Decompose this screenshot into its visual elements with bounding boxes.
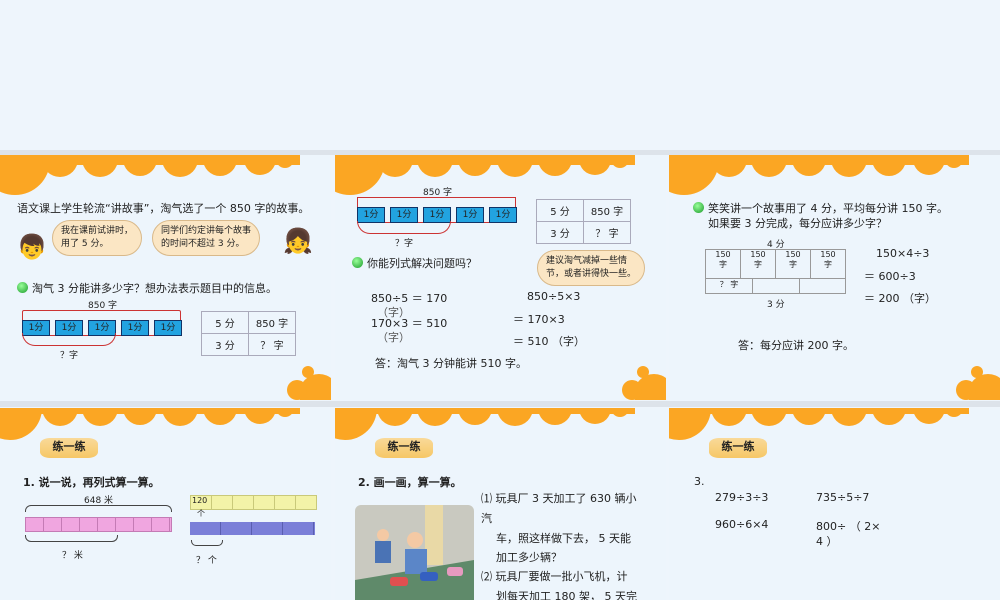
green-bullet-icon [693,202,704,213]
question-1-line: 汽 [481,512,492,525]
segment: 1分 [489,207,517,223]
orange-cloud-decoration [0,155,300,195]
calc-line: 150×4÷3 [876,247,930,260]
question-text: 笑笑讲一个故事用了 4 分，平均每分讲 150 字。 [693,200,948,216]
green-bullet-icon [352,257,363,268]
segment: 1分 [154,320,182,336]
slide-thumbnail-1[interactable]: 语文课上学生轮流“讲故事”，淘气选了一个 850 字的故事。 👦 👧 我在课前试… [0,155,331,400]
boy-character-icon: 👦 [17,233,47,261]
speech-bubble-girl: 同学们约定讲每个故事 的时间不超过 3 分。 [152,220,261,256]
girl-character-icon: 👧 [283,227,313,255]
yellow-value: 120 [192,496,208,505]
unknown-label: ？字 [60,351,79,361]
yellow-unit: 个 [197,509,205,518]
intro-text: 语文课上学生轮流“讲故事”，淘气选了一个 850 字的故事。 [17,202,310,215]
speech-bubble-boy: 我在课前试讲时， 用了 5 分。 [52,220,143,256]
green-bullet-icon [17,282,28,293]
expression: 4 ） [816,535,838,548]
answer-text: 答：每分应讲 200 字。 [738,339,854,352]
question-2-line: 划每天加工 180 架， 5 天完 [496,590,637,600]
expression: 960÷6×4 [715,518,769,531]
purple-bar [190,522,315,535]
calc-line: ＝ 600÷3 [864,270,916,283]
question-text-2: 如果要 3 分完成，每分应讲多少字？ [708,217,887,230]
unknown-label: ？ 米 [62,551,83,561]
exercise-number: 3. [694,475,705,488]
calc-line: ＝ 170×3 [513,313,565,326]
orange-dots-decoration [956,366,1000,400]
orange-dots-decoration [622,366,666,400]
slide-thumbnail-2[interactable]: 850 字 1分 1分 1分 1分 1分 ？字 5 分 850 字 3 分？ 字 … [335,155,666,400]
practice-badge: 练一练 [375,438,433,458]
unknown-cell: ？ 字 [705,278,753,294]
question-1-line: ⑴ 玩具厂 3 天加工了 630 辆小 [481,492,637,505]
bar-cell: 150 字 [775,249,811,279]
calc-line: ＝ 200 （字） [864,292,936,305]
bar-cell: 150 字 [705,249,741,279]
calc-line: 850÷5×3 [527,290,581,303]
bar-cell: 150 字 [740,249,776,279]
speech-bubble: 建议淘气减掉一些情 节，或者讲得快一些。 [537,250,646,286]
part-bracket [22,333,116,346]
top-brace [25,505,172,512]
bar-cell [799,278,846,294]
info-table: 5 分 850 字 3 分？ 字 [536,199,631,244]
expression: 735÷5÷7 [816,491,870,504]
question-text: 淘气 3 分能讲多少字？想办法表示题目中的信息。 [17,280,277,296]
segment: 1分 [456,207,484,223]
bar-cell [752,278,800,294]
divider [0,401,1000,407]
slide-thumbnail-3[interactable]: 笑笑讲一个故事用了 4 分，平均每分讲 150 字。 如果要 3 分完成，每分应… [669,155,1000,400]
info-table: 5 分 850 字 3 分？ 字 [201,311,296,356]
slide-thumbnail-5[interactable]: 练一练 2. 画一画，算一算。 ⑴ 玩具厂 3 天加工了 630 辆小 汽 车，… [335,408,666,600]
question-1-line: 车，照这样做下去， 5 天能 [496,532,631,545]
answer-text: 答：淘气 3 分钟能讲 510 字。 [375,357,527,370]
expression: 800÷ （ 2× [816,520,881,533]
slide-thumbnail-6[interactable]: 练一练 3. 279÷3÷3 735÷5÷7 960÷6×4 800÷ （ 2×… [669,408,1000,600]
calc-line: ＝ 510 （字） [513,335,585,348]
yellow-bar [190,495,317,510]
toy-factory-illustration [355,505,474,600]
question-1-line: 加工多少辆？ [496,551,562,564]
bar-cell: 150 字 [810,249,846,279]
slide-thumbnail-4[interactable]: 练一练 1. 说一说，再列式算一算。 648 米 ？ 米 120 个 ？ 个 [0,408,331,600]
segment: 1分 [121,320,149,336]
part-bracket [357,221,451,234]
exercise-title: 1. 说一说，再列式算一算。 [23,476,160,489]
unknown-label: ？字 [395,239,414,249]
expression: 279÷3÷3 [715,491,769,504]
bottom-brace [25,535,118,542]
pink-bar [25,517,172,532]
calc-line: （字） [377,331,410,344]
question-2-line: ⑵ 玩具厂要做一批小飞机，计 [481,570,628,583]
practice-badge: 练一练 [709,438,767,458]
orange-cloud-decoration [669,155,969,195]
question-text: 你能列式解决问题吗？ [352,255,477,271]
unknown-label: ？ 个 [196,556,217,566]
bottom-brace [191,540,223,546]
exercise-title: 2. 画一画，算一算。 [358,476,462,489]
bottom-label: 3 分 [767,300,785,310]
orange-dots-decoration [287,366,331,400]
practice-badge: 练一练 [40,438,98,458]
